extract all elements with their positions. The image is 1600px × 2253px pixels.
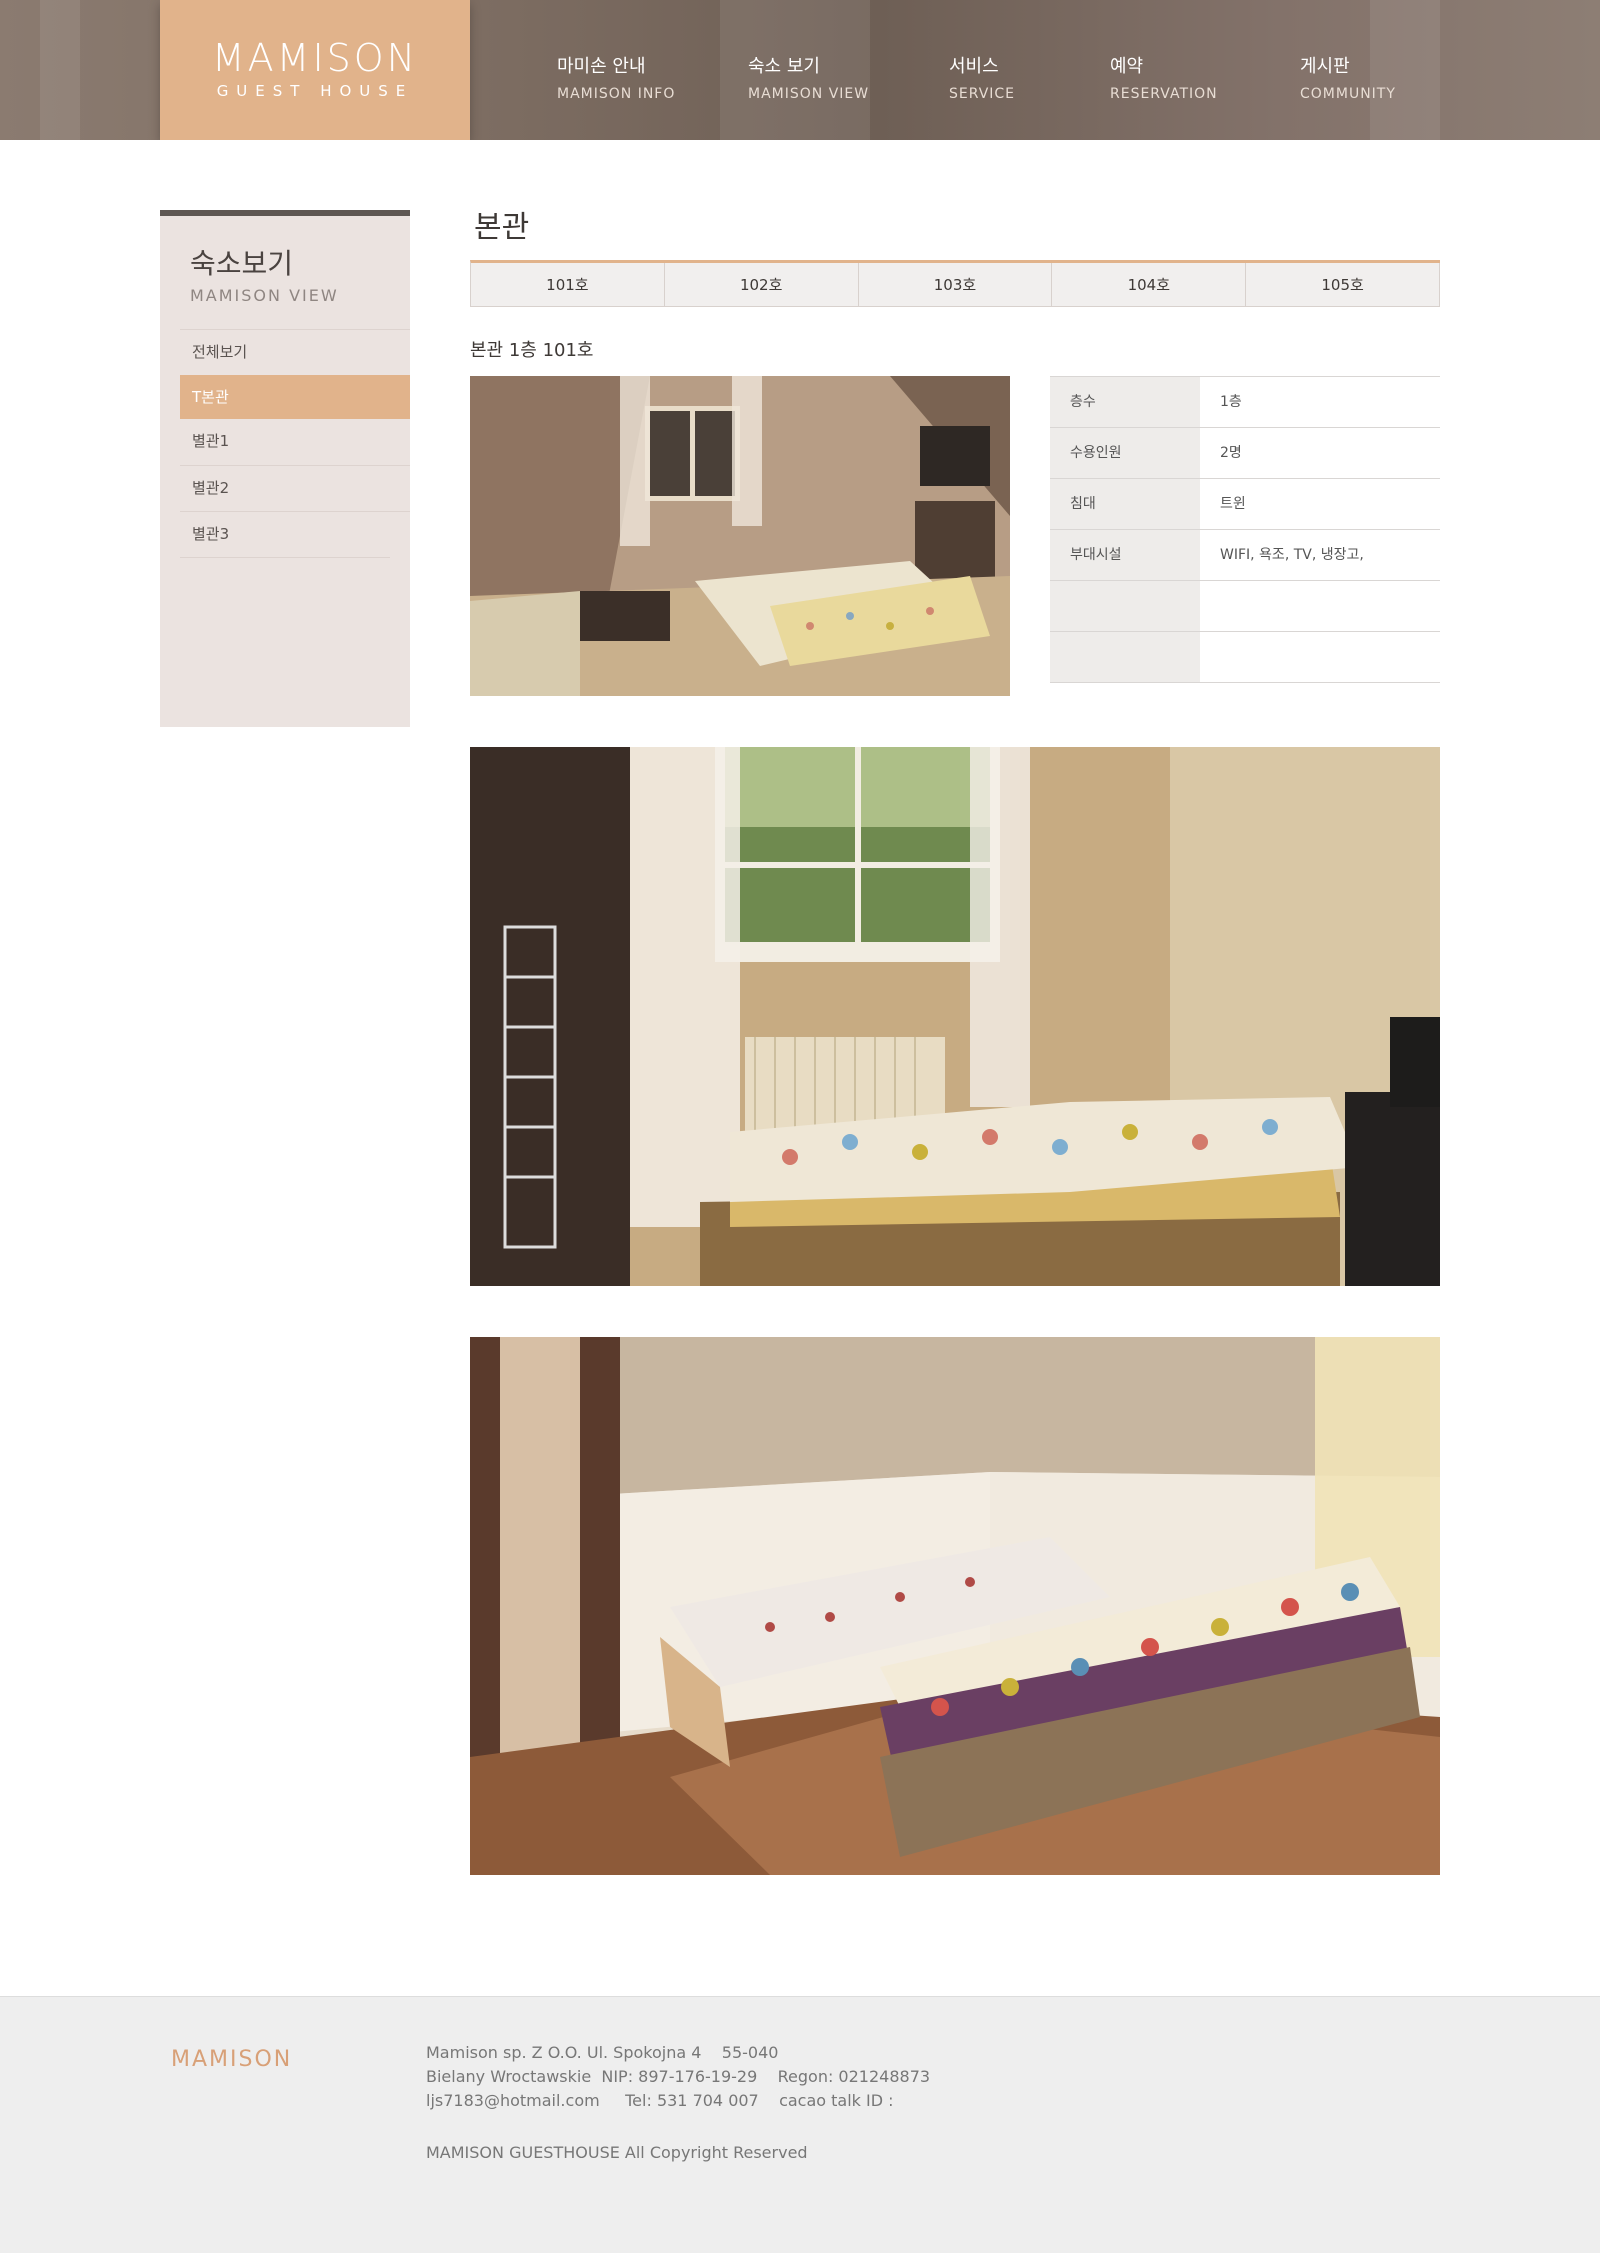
info-value xyxy=(1200,581,1440,631)
info-row-capacity: 수용인원 2명 xyxy=(1050,428,1440,479)
sidebar-title: 숙소보기 xyxy=(190,247,294,280)
info-key xyxy=(1050,581,1200,631)
site-footer: MAMISON Mamison sp. Z O.O. Ul. Spokojna … xyxy=(0,1996,1600,2253)
nav-label: 게시판 xyxy=(1300,56,1350,77)
footer-contact-line: ljs7183@hotmail.com Tel: 531 704 007 cac… xyxy=(426,2091,894,2110)
info-key: 층수 xyxy=(1050,377,1200,427)
nav-label: 예약 xyxy=(1110,56,1144,77)
info-row-floor: 층수 1층 xyxy=(1050,377,1440,428)
room-info-table: 층수 1층 수용인원 2명 침대 트윈 부대시설 WIFI, 욕조, TV, 냉… xyxy=(1050,376,1440,683)
tab-room-104[interactable]: 104호 xyxy=(1052,263,1247,307)
site-header: MAMISON GUEST HOUSE 마미손 안내 MAMISON INFO … xyxy=(0,0,1600,140)
info-row-empty xyxy=(1050,632,1440,683)
info-row-empty xyxy=(1050,581,1440,632)
sidebar-divider xyxy=(180,557,390,558)
nav-label: 숙소 보기 xyxy=(748,56,820,77)
nav-item-service[interactable]: 서비스 SERVICE xyxy=(949,52,1015,112)
info-key: 침대 xyxy=(1050,479,1200,529)
sidebar-subtitle: MAMISON VIEW xyxy=(190,286,339,305)
sidebar-item-annex1[interactable]: 별관1 xyxy=(180,419,410,463)
info-row-amenities: 부대시설 WIFI, 욕조, TV, 냉장고, xyxy=(1050,530,1440,581)
nav-sublabel: MAMISON INFO xyxy=(557,86,676,102)
site-logo[interactable]: MAMISON GUEST HOUSE xyxy=(160,0,470,140)
nav-sublabel: COMMUNITY xyxy=(1300,86,1396,102)
nav-item-reservation[interactable]: 예약 RESERVATION xyxy=(1110,52,1218,112)
nav-item-mamison-info[interactable]: 마미손 안내 MAMISON INFO xyxy=(557,52,675,112)
nav-item-community[interactable]: 게시판 COMMUNITY xyxy=(1300,52,1396,112)
nav-label: 마미손 안내 xyxy=(557,56,646,77)
nav-sublabel: RESERVATION xyxy=(1110,86,1218,102)
info-key: 부대시설 xyxy=(1050,530,1200,580)
sidebar-item-annex2[interactable]: 별관2 xyxy=(180,465,410,509)
logo-sub-text: GUEST HOUSE xyxy=(216,82,414,100)
room-photo-main xyxy=(470,376,1010,696)
footer-address-line2: Bielany Wroctawskie NIP: 897-176-19-29 R… xyxy=(426,2067,931,2086)
info-value: 트윈 xyxy=(1200,479,1440,529)
info-value xyxy=(1200,632,1440,682)
info-value: 1층 xyxy=(1200,377,1440,427)
info-row-bed: 침대 트윈 xyxy=(1050,479,1440,530)
tab-room-105[interactable]: 105호 xyxy=(1246,263,1440,307)
sidebar: 숙소보기 MAMISON VIEW 전체보기 T본관 별관1 별관2 별관3 xyxy=(160,210,410,727)
tab-room-101[interactable]: 101호 xyxy=(471,263,665,307)
logo-main-text: MAMISON xyxy=(211,36,419,80)
sidebar-item-all[interactable]: 전체보기 xyxy=(180,329,410,373)
nav-sublabel: MAMISON VIEW xyxy=(748,86,870,102)
info-value: 2명 xyxy=(1200,428,1440,478)
info-key: 수용인원 xyxy=(1050,428,1200,478)
footer-address-line1: Mamison sp. Z O.O. Ul. Spokojna 4 55-040 xyxy=(426,2043,779,2062)
footer-copyright: MAMISON GUESTHOUSE All Copyright Reserve… xyxy=(426,2143,808,2162)
sidebar-item-main-building[interactable]: T본관 xyxy=(180,375,410,419)
room-photo-3 xyxy=(470,1337,1440,1875)
header-window-decoration xyxy=(40,0,80,140)
sidebar-item-annex3[interactable]: 별관3 xyxy=(180,511,410,555)
room-tabs: 101호 102호 103호 104호 105호 xyxy=(470,260,1440,307)
nav-sublabel: SERVICE xyxy=(949,86,1016,102)
nav-item-mamison-view[interactable]: 숙소 보기 MAMISON VIEW xyxy=(748,52,869,112)
footer-logo: MAMISON xyxy=(171,2047,293,2072)
info-value: WIFI, 욕조, TV, 냉장고, xyxy=(1200,530,1440,580)
tab-room-102[interactable]: 102호 xyxy=(664,263,859,307)
nav-label: 서비스 xyxy=(949,56,999,77)
room-photo-2 xyxy=(470,747,1440,1286)
room-heading: 본관 1층 101호 xyxy=(470,340,594,361)
info-key xyxy=(1050,632,1200,682)
tab-room-103[interactable]: 103호 xyxy=(858,263,1053,307)
page-title: 본관 xyxy=(474,210,530,245)
